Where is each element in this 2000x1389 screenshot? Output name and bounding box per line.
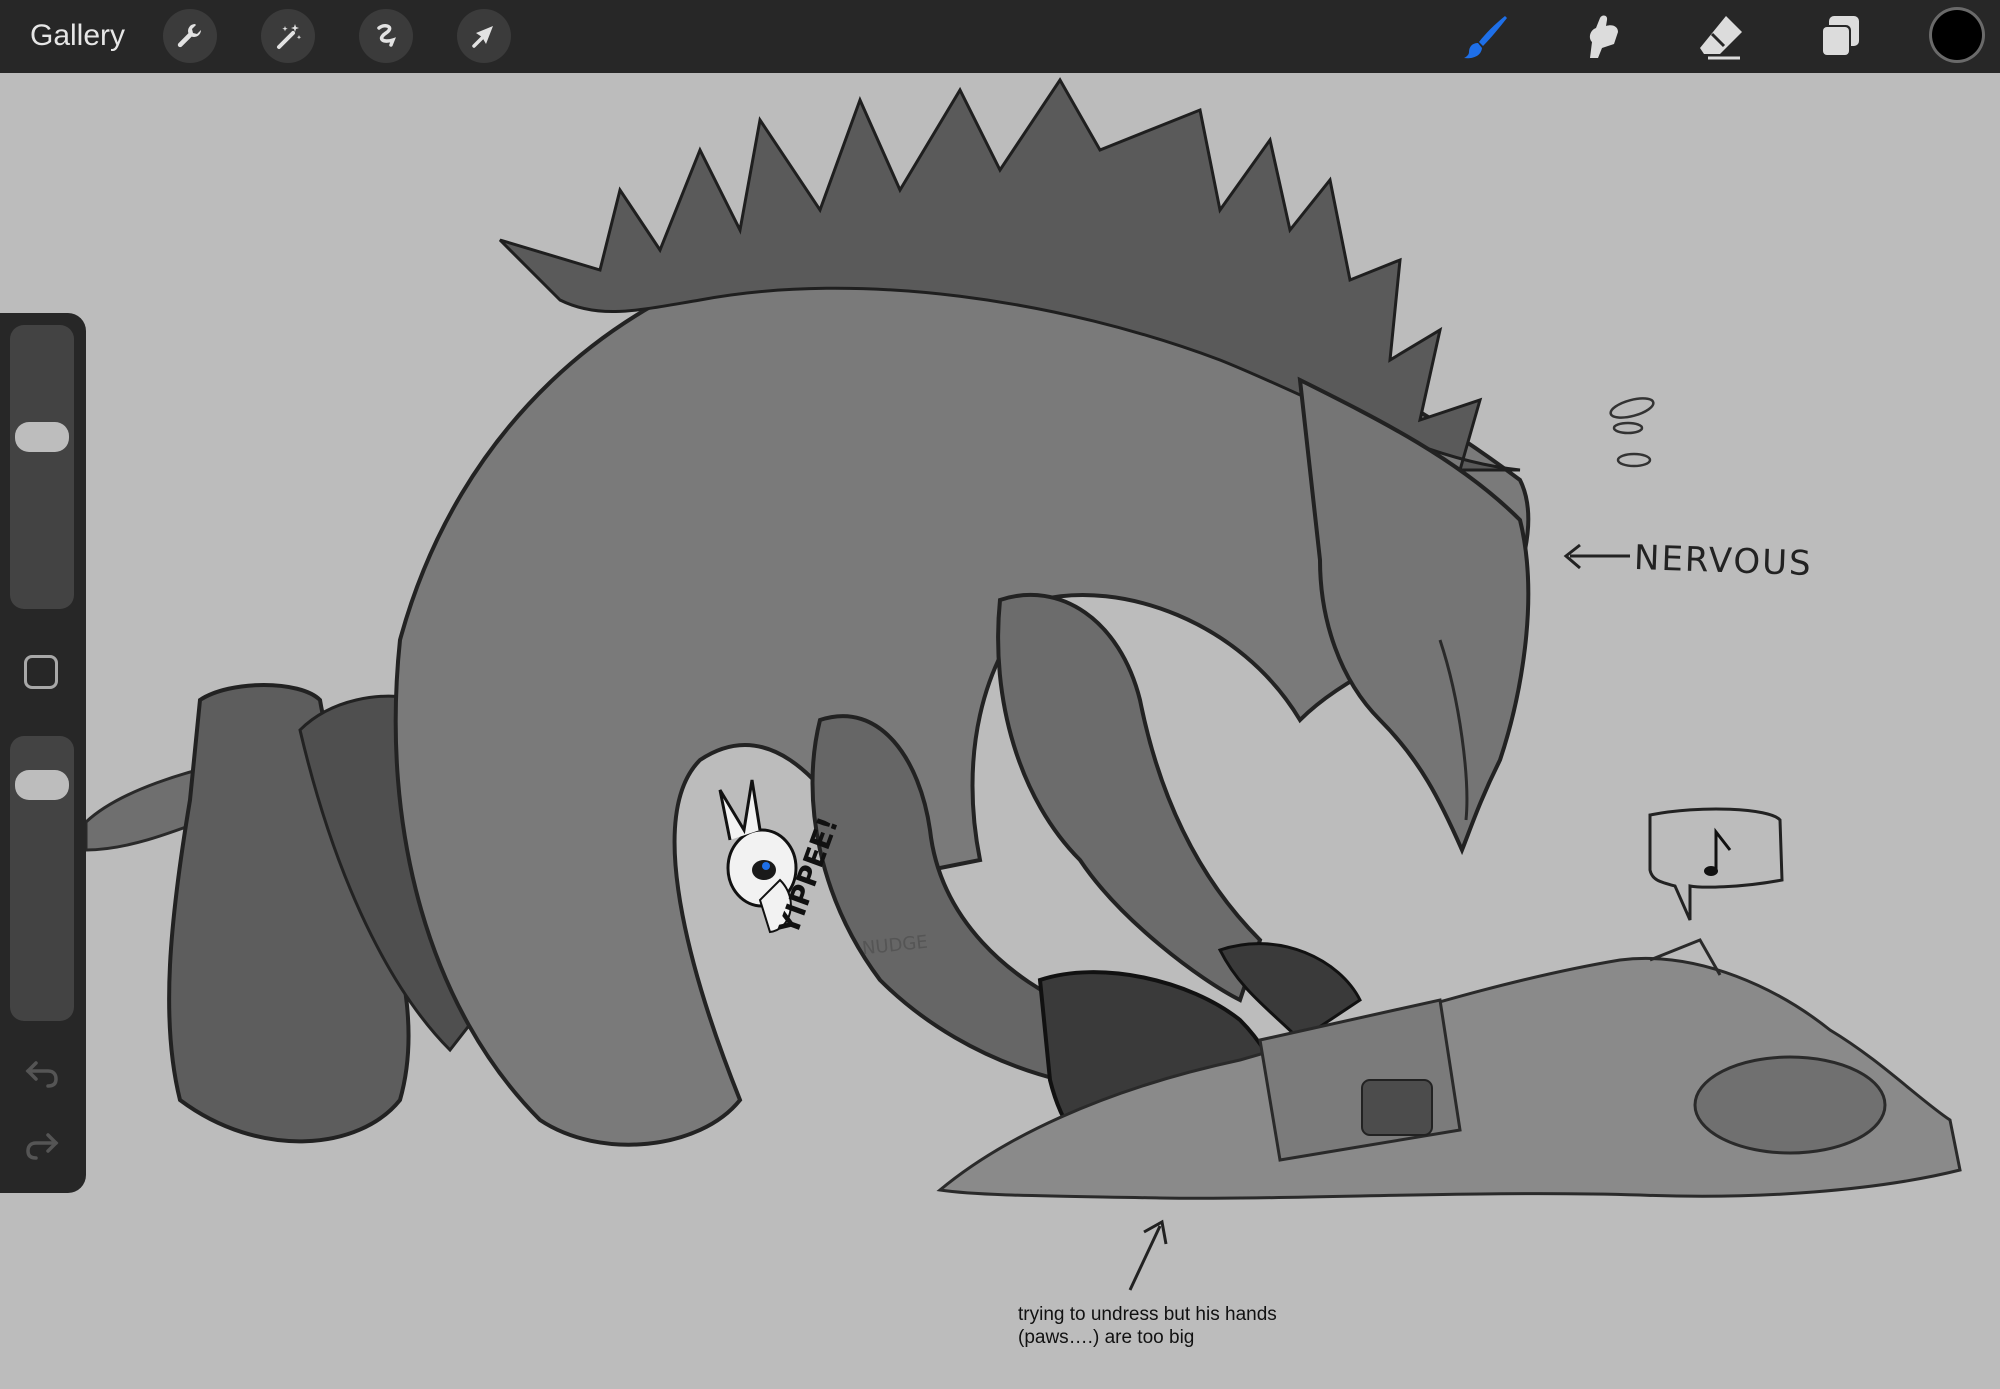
adjustments-button[interactable] [261, 9, 315, 63]
brush-tool[interactable] [1461, 12, 1511, 62]
magic-wand-icon [273, 21, 303, 51]
actions-button[interactable] [163, 9, 217, 63]
gallery-button[interactable]: Gallery [30, 16, 125, 56]
brush-sidebar [0, 313, 86, 1193]
opacity-slider[interactable] [10, 736, 74, 1021]
transform-arrow-icon [469, 21, 499, 51]
brush-size-thumb[interactable] [15, 422, 69, 453]
opacity-thumb[interactable] [15, 769, 69, 800]
sketch-artwork [84, 77, 1962, 1291]
undo-icon [24, 1059, 60, 1094]
color-swatch[interactable] [1932, 10, 1982, 60]
transform-button[interactable] [457, 9, 511, 63]
layers-tool[interactable] [1815, 12, 1865, 62]
selection-button[interactable] [359, 9, 413, 63]
smudge-icon [1578, 12, 1628, 62]
redo-icon [24, 1131, 60, 1166]
selection-icon [371, 21, 401, 51]
smudge-tool[interactable] [1578, 12, 1628, 62]
drawing-canvas[interactable]: NERVOUS YIPPEE! NUDGE [0, 73, 2000, 1389]
eraser-tool[interactable] [1696, 12, 1746, 62]
wrench-icon [175, 21, 205, 51]
eraser-icon [1696, 12, 1746, 62]
modify-button[interactable] [24, 655, 58, 689]
top-toolbar: Gallery [0, 0, 2000, 73]
caption-text: trying to undress but his hands (paws….)… [1018, 1304, 1277, 1348]
layers-icon [1815, 12, 1865, 62]
nervous-label: NERVOUS [1633, 537, 1814, 585]
undo-button[interactable] [22, 1058, 62, 1094]
brush-size-slider[interactable] [10, 325, 74, 609]
redo-button[interactable] [22, 1130, 62, 1166]
brush-icon [1461, 12, 1511, 62]
